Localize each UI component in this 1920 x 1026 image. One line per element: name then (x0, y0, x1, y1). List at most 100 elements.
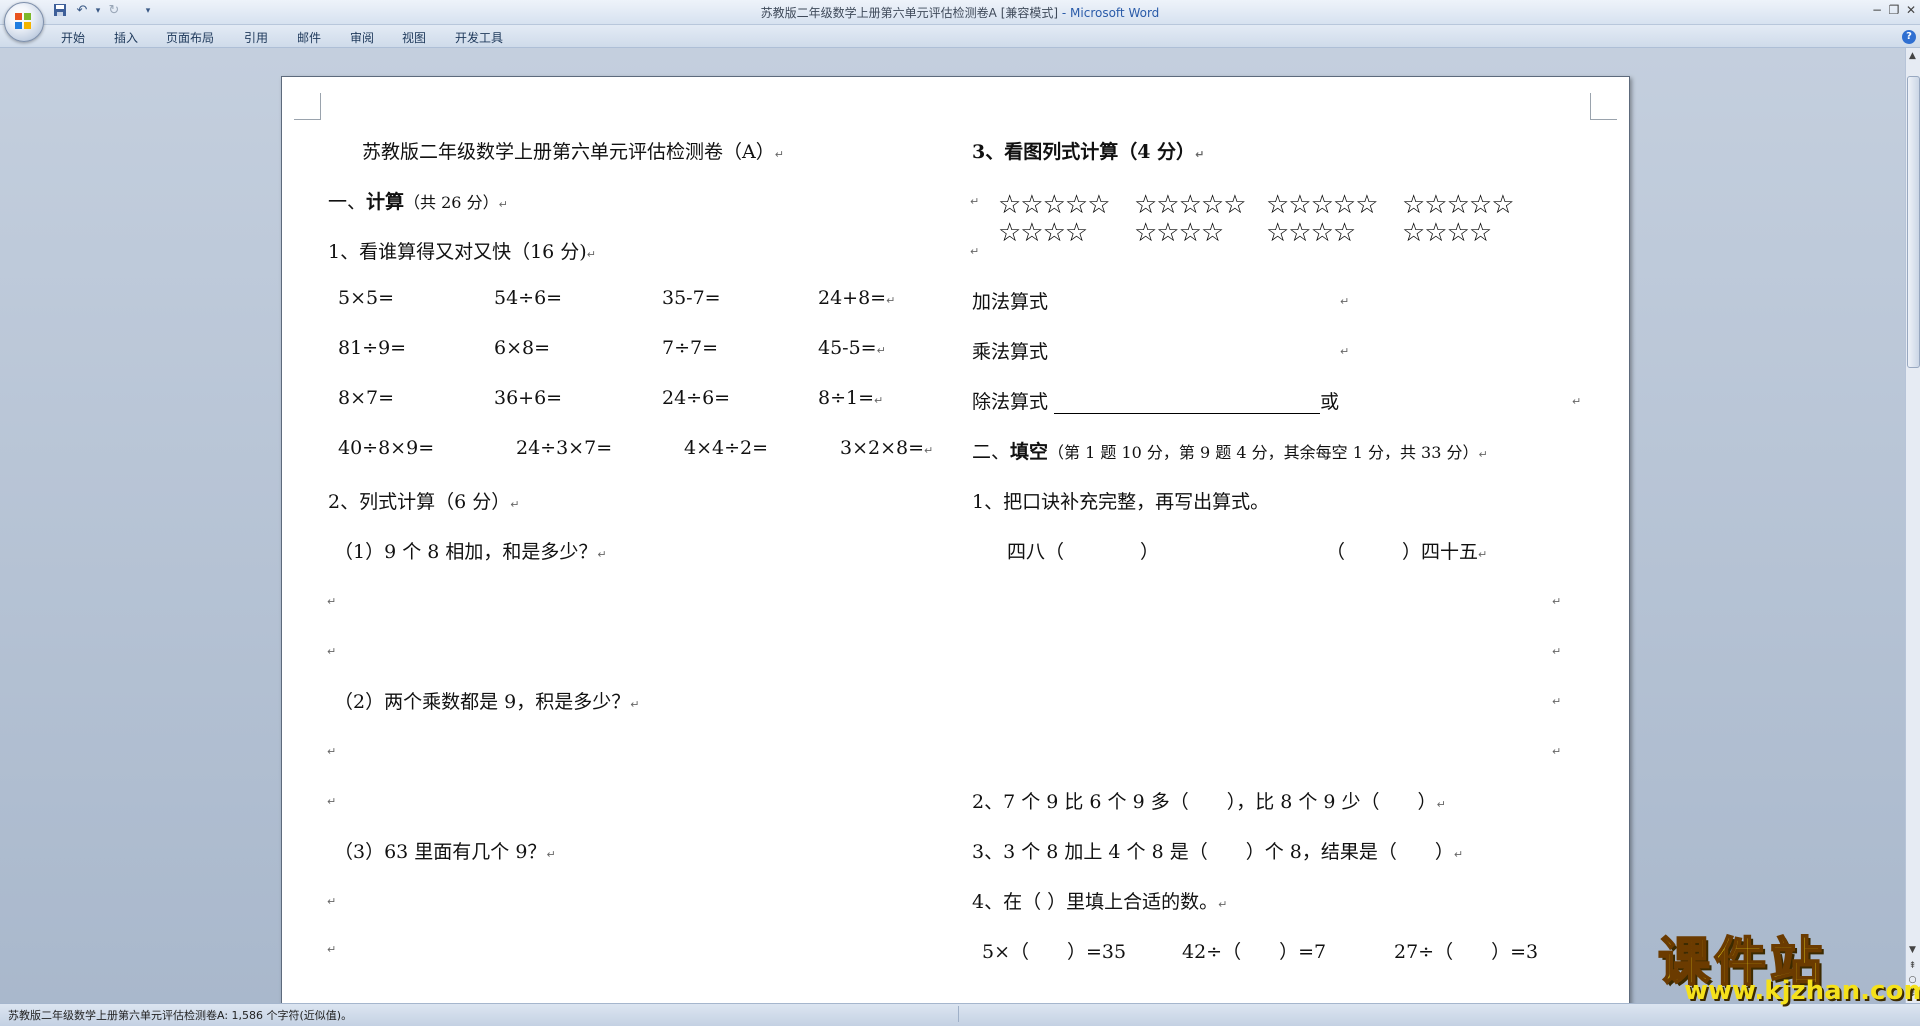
paragraph-mark: ↵ (546, 848, 556, 861)
document-page[interactable]: 苏教版二年级数学上册第六单元评估检测卷（A）↵ 一、计算（共 26 分）↵ 1、… (281, 76, 1630, 1015)
star-group: ☆☆☆☆☆ ☆☆☆☆ (998, 190, 1111, 248)
div-formula-line: 除法算式 或 (972, 387, 1339, 414)
calc-item: 40÷8×9= (338, 437, 435, 459)
paragraph-mark: ↵ (1340, 295, 1350, 308)
calc-item: 3×2×8=↵ (840, 437, 933, 459)
watermark-logo: 课件站 www.kjzhan.com (1657, 920, 1920, 1006)
paragraph-mark: ↵ (1478, 448, 1488, 461)
star-group: ☆☆☆☆☆ ☆☆☆☆ (1402, 190, 1515, 248)
section1-bold: 计算 (366, 191, 405, 213)
paragraph-mark: ↵ (924, 444, 934, 457)
status-divider (958, 1006, 959, 1022)
question-2-1-text: （1）9 个 8 相加，和是多少？ (334, 541, 598, 563)
section1-suffix: （共 26 分） (404, 193, 499, 212)
page-corner-mark (1590, 93, 1617, 120)
tab-home[interactable]: 开始 (61, 29, 85, 46)
question-2-1: （1）9 个 8 相加，和是多少？↵ (334, 537, 607, 564)
star-row: ☆☆☆☆☆ (1402, 190, 1515, 220)
fill-question-3: 3、3 个 8 加上 4 个 8 是（ ）个 8，结果是（ ）↵ (972, 837, 1463, 864)
tab-developer[interactable]: 开发工具 (455, 29, 503, 46)
paragraph-mark: ↵ (1340, 345, 1350, 358)
question-2-3-text: （3）63 里面有几个 9？ (334, 841, 547, 863)
paragraph-mark: ↵ (498, 198, 508, 211)
paragraph-mark: ↵ (774, 148, 784, 161)
question-2-text: 2、列式计算（6 分） (328, 491, 511, 513)
calc-item: 24+8=↵ (818, 287, 895, 309)
tab-page-layout[interactable]: 页面布局 (166, 29, 214, 46)
fill-item: 5×（ ）=35 (982, 941, 1127, 963)
tab-review[interactable]: 审阅 (350, 29, 374, 46)
fill-question-1-text: 1、把口诀补充完整，再写出算式。 (972, 491, 1270, 513)
watermark-url: www.kjzhan.com (1684, 976, 1920, 1006)
paragraph-mark: ↵ (327, 795, 337, 808)
fill-question-1: 1、把口诀补充完整，再写出算式。 (972, 487, 1269, 514)
question-2-3: （3）63 里面有几个 9？↵ (334, 837, 556, 864)
mul-formula-label: 乘法算式 (972, 341, 1049, 363)
paragraph-mark: ↵ (876, 344, 886, 357)
question-2: 2、列式计算（6 分）↵ (328, 487, 519, 514)
tab-view[interactable]: 视图 (402, 29, 426, 46)
tab-mailings[interactable]: 邮件 (297, 29, 321, 46)
star-row: ☆☆☆☆ (1402, 218, 1492, 248)
question-2-2-text: （2）两个乘数都是 9，积是多少？ (334, 691, 631, 713)
paragraph-mark: ↵ (1552, 695, 1562, 708)
window-title: 苏教版二年级数学上册第六单元评估检测卷A [兼容模式] - Microsoft … (0, 4, 1920, 21)
star-row: ☆☆☆☆ (998, 218, 1088, 248)
calc-item-text: 8÷1= (818, 387, 875, 409)
paragraph-mark: ↵ (327, 943, 337, 956)
add-formula-label: 加法算式 (972, 291, 1049, 313)
paragraph-mark: ↵ (970, 195, 980, 208)
star-group: ☆☆☆☆☆ ☆☆☆☆ (1266, 191, 1379, 248)
div-or-text: 或 (1320, 391, 1340, 413)
office-logo-icon (15, 13, 31, 29)
paragraph-mark: ↵ (1552, 645, 1562, 658)
fill-question-4: 4、在（ ）里填上合适的数。↵ (972, 887, 1227, 914)
section1-heading: 一、计算（共 26 分）↵ (328, 187, 508, 214)
section2-bold: 填空 (1010, 441, 1049, 463)
paragraph-mark: ↵ (1195, 148, 1205, 161)
calc-item: 24÷3×7= (516, 437, 613, 459)
star-row: ☆☆☆☆ (1266, 218, 1356, 248)
question-3-text: 3、看图列式计算（4 分） (972, 141, 1196, 163)
star-row: ☆☆☆☆☆ (1134, 190, 1247, 220)
restore-button[interactable]: ❐ (1885, 3, 1903, 17)
office-button[interactable] (4, 2, 44, 42)
scroll-up-icon[interactable]: ▲ (1906, 50, 1919, 62)
help-icon[interactable]: ? (1902, 30, 1916, 44)
section2-suffix: （第 1 题 10 分，第 9 题 4 分，其余每空 1 分，共 33 分） (1048, 443, 1479, 462)
calc-item: 81÷9= (338, 337, 407, 359)
calc-item: 4×4÷2= (684, 437, 769, 459)
scrollbar-thumb[interactable] (1907, 76, 1920, 368)
star-group: ☆☆☆☆☆ ☆☆☆☆ (1134, 190, 1247, 247)
paragraph-mark: ↵ (1478, 548, 1488, 561)
paragraph-mark: ↵ (327, 645, 337, 658)
paragraph-mark: ↵ (1552, 745, 1562, 758)
tab-references[interactable]: 引用 (244, 29, 268, 46)
star-row: ☆☆☆☆☆ (998, 190, 1111, 220)
paragraph-mark: ↵ (1436, 798, 1446, 811)
section2-prefix: 二、 (972, 441, 1011, 463)
paragraph-mark: ↵ (586, 248, 596, 261)
question-1: 1、看谁算得又对又快（16 分)↵ (328, 237, 596, 264)
minimize-button[interactable]: − (1868, 3, 1886, 17)
paragraph-mark: ↵ (1453, 848, 1464, 861)
status-text: 苏教版二年级数学上册第六单元评估检测卷A: 1,586 个字符(近似值)。 (8, 1009, 353, 1022)
calc-item: 6×8= (494, 337, 551, 359)
fill-question-1b-text: （ ）四十五 (1326, 541, 1479, 563)
calc-item-text: 45-5= (818, 337, 877, 359)
close-button[interactable]: ✕ (1902, 3, 1920, 17)
page-corner-mark (294, 93, 321, 120)
fill-question-2-text: 2、7 个 9 比 6 个 9 多（ ），比 8 个 9 少（ ） (972, 791, 1437, 813)
calc-item: 36+6= (494, 387, 563, 409)
calc-item: 5×5= (338, 287, 395, 309)
paragraph-mark: ↵ (1552, 595, 1562, 608)
calc-item: 54÷6= (494, 287, 563, 309)
paragraph-mark: ↵ (327, 745, 337, 758)
question-2-2: （2）两个乘数都是 9，积是多少？↵ (334, 687, 639, 714)
tab-insert[interactable]: 插入 (114, 29, 138, 46)
div-formula-label: 除法算式 (972, 391, 1049, 413)
app-name: Microsoft Word (1070, 6, 1160, 20)
doc-title-text: 苏教版二年级数学上册第六单元评估检测卷（A） (362, 141, 775, 163)
fill-question-4-text: 4、在（ ）里填上合适的数。 (972, 891, 1219, 913)
fill-question-3-text: 3、3 个 8 加上 4 个 8 是（ ）个 8，结果是（ ） (972, 841, 1454, 863)
